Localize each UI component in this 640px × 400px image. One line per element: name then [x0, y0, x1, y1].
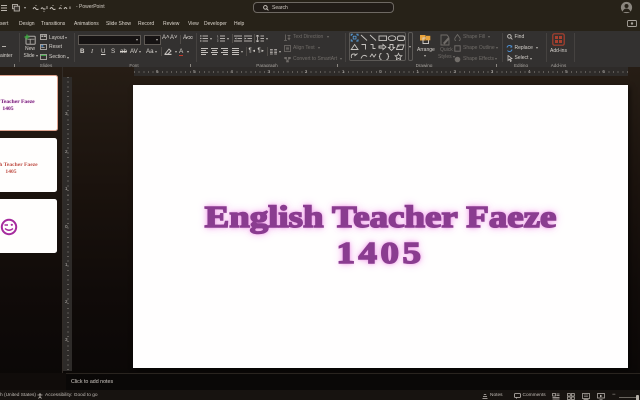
- svg-text:3: 3: [217, 39, 219, 42]
